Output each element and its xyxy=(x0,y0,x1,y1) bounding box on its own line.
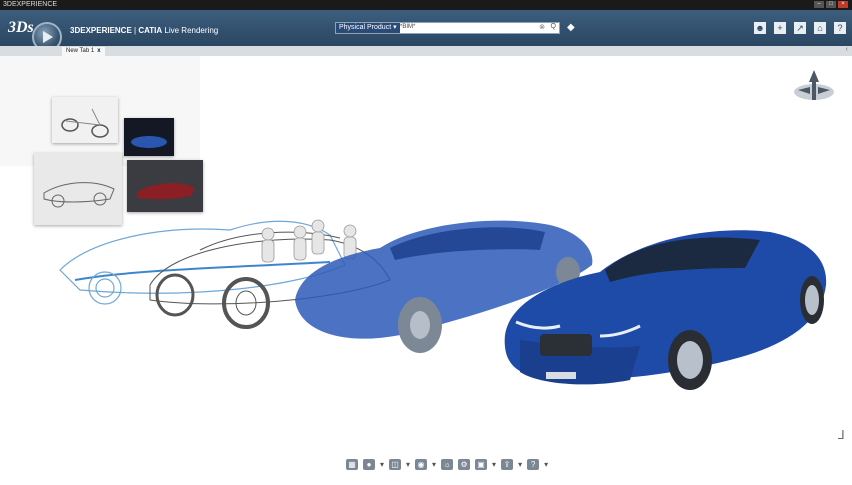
mannequin-figures xyxy=(261,219,357,263)
compass-navigator-icon[interactable] xyxy=(792,68,836,104)
material-dropdown-icon[interactable]: ▾ xyxy=(380,460,384,469)
viewport[interactable] xyxy=(0,0,852,485)
help-dropdown-icon[interactable]: ▾ xyxy=(544,460,548,469)
export-icon[interactable]: ⇪ xyxy=(501,459,514,470)
thumbnail-sketch[interactable] xyxy=(34,153,122,225)
thumbnail-chassis[interactable] xyxy=(52,97,118,143)
camera-dropdown-icon[interactable]: ▾ xyxy=(406,460,410,469)
snapshot-dropdown-icon[interactable]: ▾ xyxy=(432,460,436,469)
light-icon[interactable]: ☼ xyxy=(441,459,454,470)
image-icon[interactable]: ▣ xyxy=(475,459,488,470)
render-icon[interactable]: ▦ xyxy=(346,459,358,470)
help-icon[interactable]: ? xyxy=(527,459,540,470)
action-bar: ▦ ● ▾ ◫ ▾ ◉ ▾ ☼ ⚙ ▣ ▾ ⇪ ▾ ? ▾ xyxy=(346,459,548,470)
export-dropdown-icon[interactable]: ▾ xyxy=(518,460,522,469)
thumbnail-red-car[interactable] xyxy=(127,160,203,212)
snapshot-icon[interactable]: ◉ xyxy=(415,459,428,470)
camera-icon[interactable]: ◫ xyxy=(389,459,402,470)
image-dropdown-icon[interactable]: ▾ xyxy=(492,460,496,469)
thumbnail-blue-render[interactable] xyxy=(124,118,174,156)
axis-triad-icon: ⅃ xyxy=(838,428,845,442)
settings-icon[interactable]: ⚙ xyxy=(458,459,471,470)
material-icon[interactable]: ● xyxy=(363,459,375,470)
